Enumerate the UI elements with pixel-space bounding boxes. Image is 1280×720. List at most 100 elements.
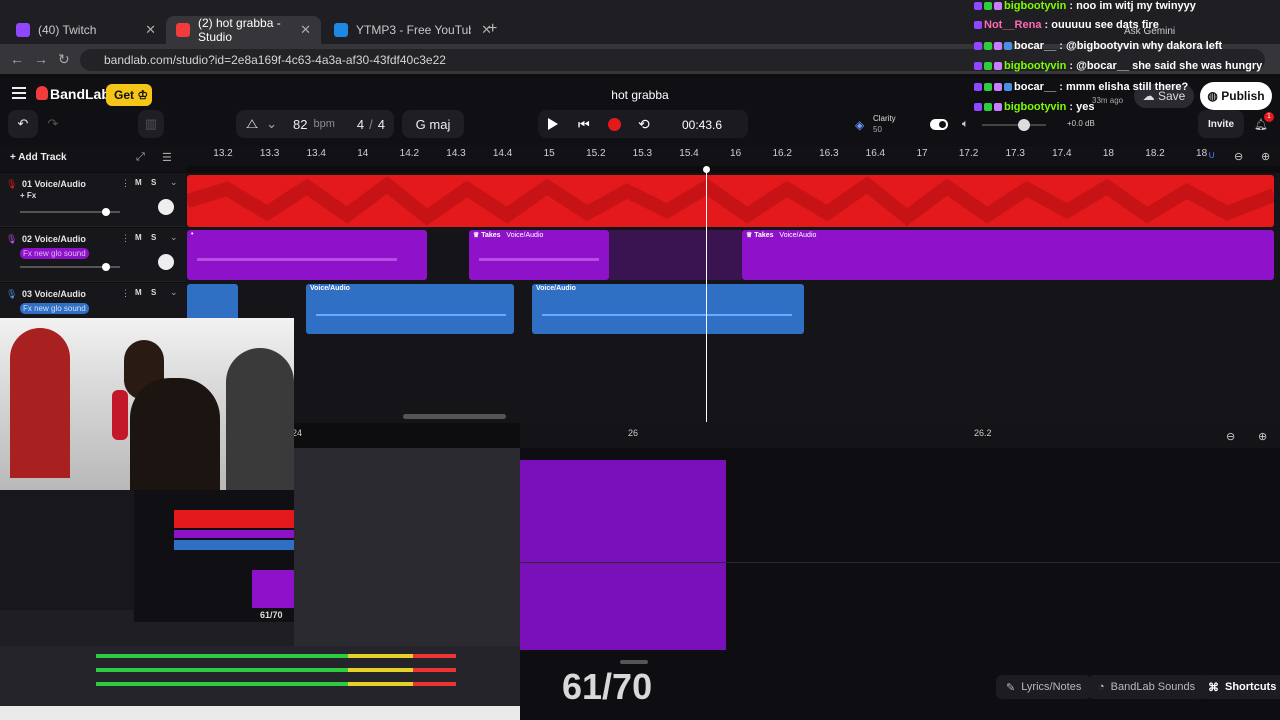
mute-button[interactable]: M	[135, 178, 142, 187]
tab-studio[interactable]: (2) hot grabba - Studio ✕	[166, 16, 321, 44]
lower-ruler-label: 26.2	[974, 428, 992, 438]
get-button[interactable]: Get ♔	[106, 84, 152, 106]
key-selector[interactable]: G maj	[402, 110, 464, 138]
fx-preset-badge[interactable]: Fx new glo sound	[20, 303, 89, 314]
mic-icon: 🎙︎	[6, 289, 18, 299]
time-sig-den[interactable]: 4	[378, 117, 385, 132]
audio-clip[interactable]	[187, 175, 1274, 227]
undo-icon[interactable]: ↶	[8, 110, 38, 138]
ruler-tick-label: 14.4	[492, 148, 513, 159]
audio-clip[interactable]: •	[187, 230, 427, 280]
ruler-tick-label: 16.4	[865, 148, 886, 159]
track-name[interactable]: 01 Voice/Audio	[22, 179, 86, 189]
chevron-down-icon[interactable]: ⌄	[266, 116, 277, 132]
stream-counter: 61/70	[562, 666, 653, 707]
clarity-label[interactable]: Clarity	[873, 114, 896, 123]
ruler-tick-label: 14.3	[446, 148, 466, 159]
mute-button[interactable]: M	[135, 233, 142, 242]
time-sig-num[interactable]: 4	[357, 117, 364, 132]
master-volume-slider[interactable]	[982, 119, 1046, 131]
close-icon[interactable]: ✕	[145, 22, 156, 38]
forward-icon[interactable]: →	[34, 51, 48, 67]
clarity-toggle[interactable]	[930, 119, 948, 130]
project-title[interactable]: hot grabba	[560, 88, 720, 102]
bpm-value[interactable]: 82	[293, 117, 307, 132]
chat-message: bocar__ : @bigbootyvin why dakora left	[974, 40, 1222, 52]
mute-button[interactable]: M	[135, 288, 142, 297]
solo-button[interactable]: S	[151, 288, 156, 297]
ruler-tick-label: 18.2	[1145, 148, 1165, 159]
audio-clip[interactable]: Voice/Audio	[532, 284, 804, 334]
track-header-1[interactable]: 🎙︎ 01 Voice/Audio ⋮ M S ⌄ + Fx	[0, 173, 186, 227]
bandlab-sounds-button[interactable]: ◔ BandLab Sounds	[1088, 675, 1206, 699]
redo-icon[interactable]: ↷	[40, 110, 66, 138]
transport-toolbar: ↶ ↷ ▥ ⧍ ⌄ 82 bpm 4 / 4 G maj ⏮ ⟲ 00:43.6…	[0, 110, 1280, 146]
volume-db: +0.0 dB	[1067, 119, 1095, 128]
more-icon[interactable]: ⋮	[121, 178, 130, 189]
zoom-out-icon[interactable]: ⊖	[1226, 430, 1235, 443]
fx-preset-badge[interactable]: Fx new glo sound	[20, 248, 89, 259]
timeline-ruler[interactable]: 13.2 13.3 13.4 14 14.2 14.3 14.4 15 15.2 15.3 15.4…	[186, 146, 1280, 166]
chevron-down-icon[interactable]: ⌄	[170, 232, 178, 243]
publish-button[interactable]: ◍ Publish	[1200, 82, 1272, 110]
track-name[interactable]: 03 Voice/Audio	[22, 289, 86, 299]
tab-twitch[interactable]: (40) Twitch ✕	[6, 16, 166, 44]
more-icon[interactable]: ⋮	[121, 288, 130, 299]
horizontal-scrollbar[interactable]	[403, 414, 506, 419]
twitch-icon	[16, 23, 30, 37]
loop-icon[interactable]: ⟲	[638, 116, 650, 133]
metronome-icon[interactable]: ⧍	[246, 116, 258, 132]
obs-chat-dock	[0, 490, 134, 610]
microphone	[112, 390, 128, 440]
audio-clip[interactable]: ♕ Takes Voice/Audio	[469, 230, 609, 280]
record-button[interactable]	[608, 118, 621, 131]
tempo-control[interactable]: ⧍ ⌄ 82 bpm 4 / 4	[236, 110, 394, 138]
automation-icon[interactable]: ⤢	[136, 151, 145, 164]
menu-icon[interactable]	[12, 87, 26, 99]
audio-clip[interactable]: ♕ Takes Voice/Audio	[742, 230, 1274, 280]
back-icon[interactable]: ←	[10, 51, 24, 67]
pan-knob[interactable]	[158, 199, 174, 215]
panel-resize-handle[interactable]	[620, 660, 648, 664]
ruler-tick-label: 14	[357, 148, 369, 159]
tab-ytmp3[interactable]: YTMP3 - Free YouTube to MP3 ✕	[324, 16, 502, 44]
play-button[interactable]	[548, 118, 558, 130]
snap-icon[interactable]: ∪	[1208, 150, 1215, 161]
add-track-button[interactable]: + Add Track	[10, 152, 67, 163]
pan-knob[interactable]	[158, 254, 174, 270]
zoom-in-icon[interactable]: ⊕	[1258, 430, 1267, 443]
mixer-icon[interactable]: ▥	[138, 110, 164, 138]
pen-icon: ✎	[1006, 681, 1016, 694]
person-figure	[130, 378, 220, 492]
playhead[interactable]	[706, 168, 707, 422]
track-volume-slider[interactable]	[20, 263, 120, 271]
ruler-tick-label: 17	[916, 148, 928, 159]
track-name[interactable]: 02 Voice/Audio	[22, 234, 86, 244]
playhead-handle[interactable]	[703, 166, 710, 173]
close-icon[interactable]: ✕	[300, 22, 311, 38]
taskbar	[0, 706, 520, 720]
track-settings-icon[interactable]: ☰	[162, 151, 172, 164]
audio-region-zoomed[interactable]	[520, 460, 726, 650]
reload-icon[interactable]: ↻	[58, 51, 70, 68]
chevron-down-icon[interactable]: ⌄	[170, 287, 178, 298]
more-icon[interactable]: ⋮	[121, 233, 130, 244]
notification-badge: 1	[1264, 112, 1274, 122]
fx-button[interactable]: + Fx	[20, 191, 36, 200]
new-tab-icon[interactable]: +	[488, 20, 497, 38]
shortcuts-button[interactable]: ⌘ Shortcuts	[1198, 675, 1280, 699]
invite-button[interactable]: Invite	[1198, 110, 1244, 138]
audio-clip[interactable]: Voice/Audio	[306, 284, 514, 334]
solo-button[interactable]: S	[151, 178, 156, 187]
zoom-in-icon[interactable]: ⊕	[1261, 150, 1270, 163]
ruler-tick-label: 13.4	[306, 148, 326, 159]
chat-message: bigbootyvin : yes	[974, 101, 1094, 113]
zoom-out-icon[interactable]: ⊖	[1234, 150, 1243, 163]
track-header-2[interactable]: 🎙︎ 02 Voice/Audio ⋮ M S ⌄ Fx new glo sou…	[0, 228, 186, 282]
track-volume-slider[interactable]	[20, 208, 120, 216]
bpm-unit: bpm	[313, 118, 335, 130]
chevron-down-icon[interactable]: ⌄	[170, 177, 178, 188]
lyrics-notes-button[interactable]: ✎ Lyrics/Notes	[996, 675, 1092, 699]
solo-button[interactable]: S	[151, 233, 156, 242]
rewind-icon[interactable]: ⏮	[578, 117, 590, 133]
